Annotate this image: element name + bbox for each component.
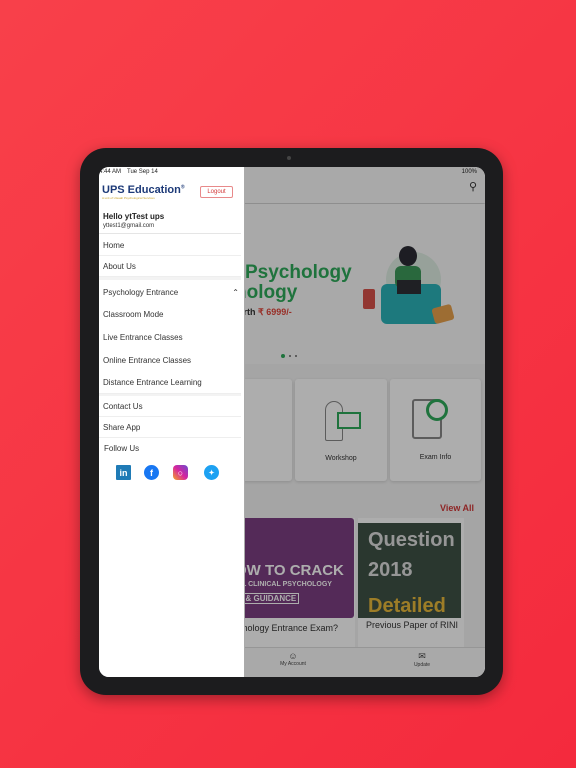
navigation-drawer: 4:44 AM Tue Sep 14 UPS Education® A unit… <box>99 167 244 677</box>
status-date: Tue Sep 14 <box>127 169 158 175</box>
menu-about-us[interactable]: About Us <box>99 256 241 277</box>
menu-live-entrance-classes[interactable]: Live Entrance Classes <box>99 326 241 349</box>
menu-classroom-mode[interactable]: Classroom Mode <box>99 303 241 326</box>
linkedin-icon[interactable]: in <box>116 465 131 480</box>
menu-psychology-entrance[interactable]: Psychology Entrance ⌃ <box>99 281 241 303</box>
menu-contact-us[interactable]: Contact Us <box>99 396 241 417</box>
menu-home[interactable]: Home <box>99 235 241 256</box>
user-greeting: Hello ytTest ups <box>103 212 165 221</box>
brand-logo: UPS Education® <box>102 184 185 196</box>
status-time: 4:44 AM <box>99 169 122 175</box>
follow-us-label: Follow Us <box>104 443 140 453</box>
menu-share-app[interactable]: Share App <box>99 417 241 438</box>
camera <box>287 156 291 160</box>
brand-tagline: A unit of Utsaah Psychological Services <box>102 196 155 200</box>
menu-online-entrance-classes[interactable]: Online Entrance Classes <box>99 349 241 371</box>
twitter-icon[interactable]: ✦ <box>204 465 219 480</box>
tablet-frame: 100% ⚲ Psychology hology orth ₹ 6999/- r… <box>80 148 503 695</box>
logout-button[interactable]: Logout <box>200 186 233 198</box>
user-email: yttest1@gmail.com <box>103 223 155 229</box>
screen: 100% ⚲ Psychology hology orth ₹ 6999/- r… <box>99 167 485 677</box>
drawer-edge <box>244 167 245 677</box>
facebook-icon[interactable]: f <box>144 465 159 480</box>
chevron-up-icon: ⌃ <box>232 287 239 297</box>
menu-distance-entrance-learning[interactable]: Distance Entrance Learning <box>99 371 241 394</box>
instagram-icon[interactable]: ○ <box>173 465 188 480</box>
